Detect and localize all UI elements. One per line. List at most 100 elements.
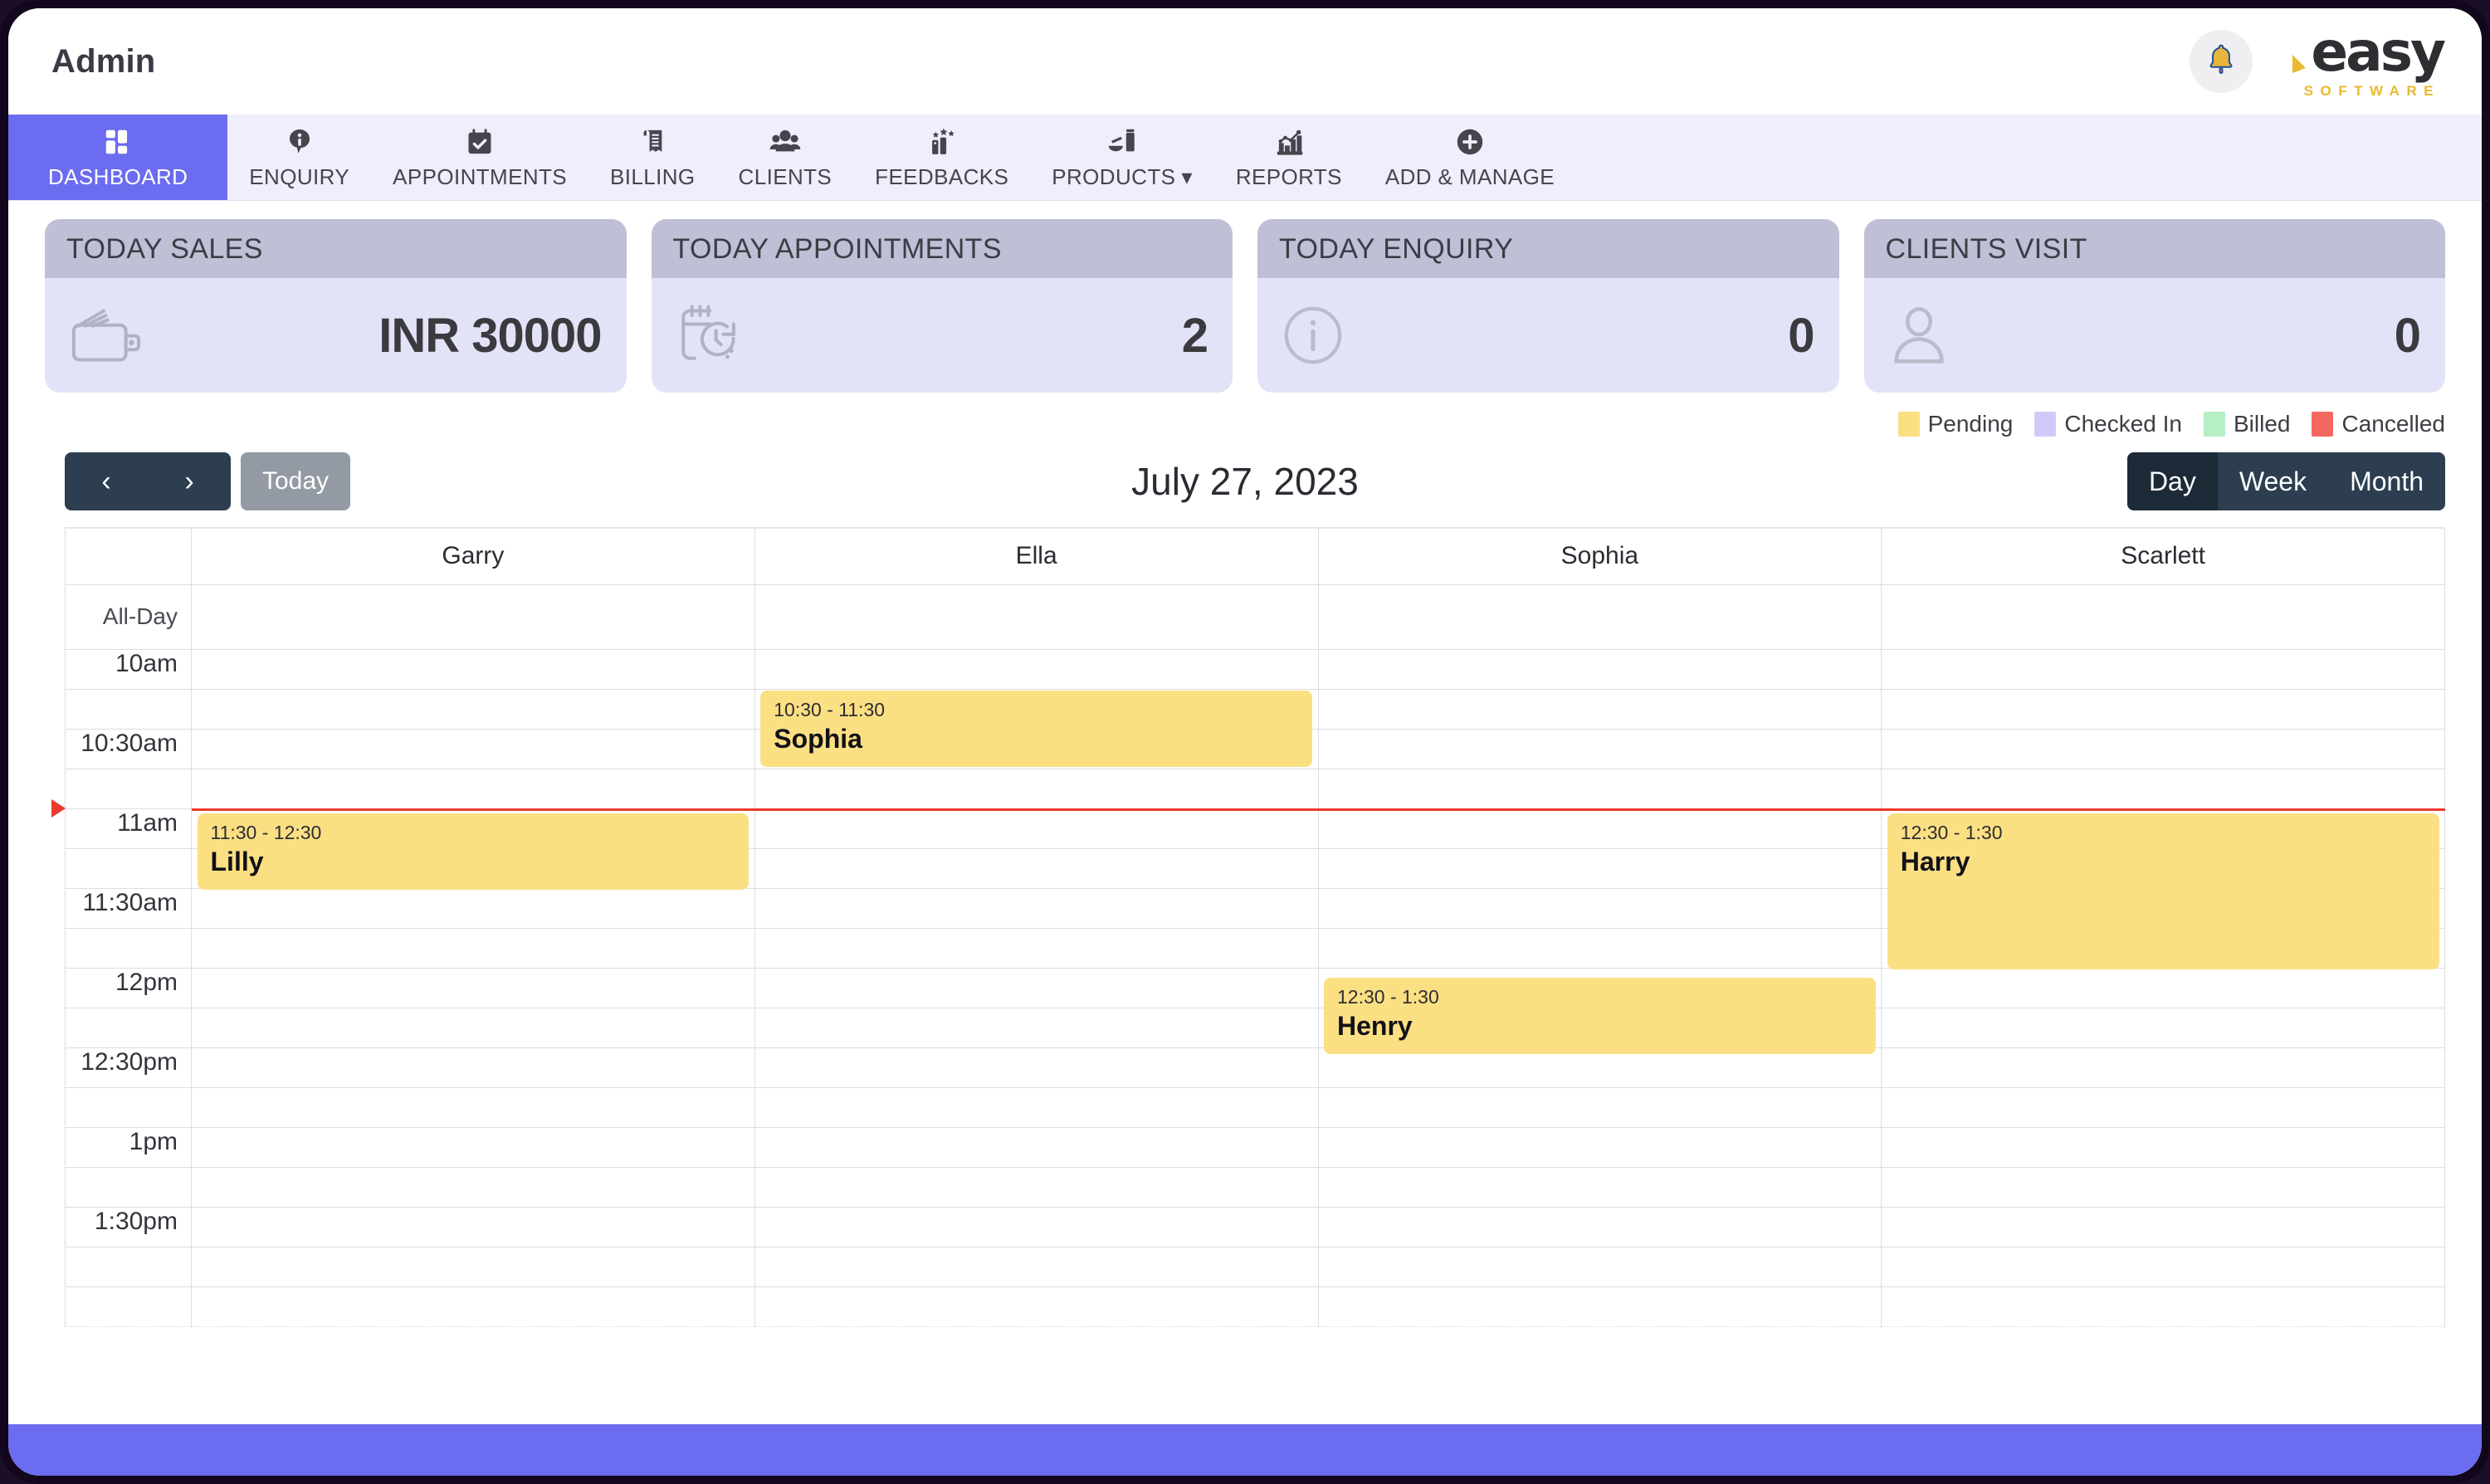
- chevron-down-icon[interactable]: ▾: [1181, 164, 1192, 189]
- slot-cell[interactable]: [1881, 1246, 2445, 1287]
- slot-cell[interactable]: [1317, 1206, 1882, 1247]
- slot-cell[interactable]: [754, 927, 1319, 969]
- nav-item-dashboard[interactable]: DASHBOARD: [8, 115, 228, 200]
- next-day-button[interactable]: ›: [148, 452, 231, 510]
- slot-cell[interactable]: [1881, 1286, 2445, 1327]
- slot-cell[interactable]: [191, 1086, 755, 1128]
- stat-card-today-enquiry[interactable]: TODAY ENQUIRY 0: [1257, 219, 1839, 393]
- slot-cell[interactable]: [1317, 927, 1882, 969]
- calendar-grid-host: Garry Ella Sophia Scarlett All-Day 10am: [51, 527, 2445, 1327]
- slot-cell[interactable]: [754, 967, 1319, 1008]
- slot-cell[interactable]: [191, 1166, 755, 1208]
- slot-cell[interactable]: [191, 887, 755, 929]
- nav-item-clients[interactable]: CLIENTS: [717, 115, 854, 200]
- all-day-cell-ella[interactable]: [754, 583, 1319, 650]
- nav-label: ENQUIRY: [249, 164, 350, 189]
- resource-header-scarlett[interactable]: Scarlett: [1881, 527, 2445, 585]
- slot-cell[interactable]: [191, 1206, 755, 1247]
- slot-cell[interactable]: [1317, 1086, 1882, 1128]
- slot-cell[interactable]: [1317, 847, 1882, 889]
- slot-cell[interactable]: [1881, 967, 2445, 1008]
- nav-item-billing[interactable]: BILLING: [588, 115, 717, 200]
- slot-cell[interactable]: [1317, 688, 1882, 730]
- slot-cell[interactable]: [754, 847, 1319, 889]
- resource-header-garry[interactable]: Garry: [191, 527, 755, 585]
- slot-cell[interactable]: [754, 1007, 1319, 1048]
- slot-cell[interactable]: [191, 1007, 755, 1048]
- slot-cell[interactable]: [754, 1246, 1319, 1287]
- notifications-button[interactable]: [2190, 30, 2253, 93]
- slot-cell[interactable]: [754, 808, 1319, 849]
- stat-card-value: INR 30000: [378, 308, 602, 363]
- slot-cell[interactable]: [1881, 648, 2445, 690]
- slot-cell[interactable]: [1317, 1166, 1882, 1208]
- slot-cell[interactable]: [754, 1086, 1319, 1128]
- resource-header-ella[interactable]: Ella: [754, 527, 1319, 585]
- slot-cell[interactable]: [1881, 1126, 2445, 1168]
- slot-cell[interactable]: [1881, 728, 2445, 769]
- slot-cell[interactable]: [754, 1286, 1319, 1327]
- all-day-cell-garry[interactable]: [191, 583, 755, 650]
- slot-cell[interactable]: [191, 728, 755, 769]
- stat-card-clients-visit[interactable]: CLIENTS VISIT 0: [1863, 219, 2445, 393]
- stat-card-today-appointments[interactable]: TODAY APPOINTMENTS 2: [651, 219, 1233, 393]
- slot-cell[interactable]: [191, 1126, 755, 1168]
- calendar-grid: Garry Ella Sophia Scarlett All-Day 10am: [8, 527, 2482, 1424]
- calendar-event-harry[interactable]: 12:30 - 1:30 Harry: [1887, 813, 2439, 969]
- calendar-event-sophia[interactable]: 10:30 - 11:30 Sophia: [760, 691, 1312, 767]
- nav-item-add-and-manage[interactable]: ADD & MANAGE: [1364, 115, 1576, 200]
- slot-cell[interactable]: [1317, 808, 1882, 849]
- slot-cell[interactable]: [1881, 688, 2445, 730]
- slot-cell[interactable]: [1881, 1086, 2445, 1128]
- slot-cell[interactable]: [191, 768, 755, 809]
- slot-cell[interactable]: [191, 1286, 755, 1327]
- slot-cell[interactable]: [754, 648, 1319, 690]
- all-day-cell-sophia[interactable]: [1317, 583, 1882, 650]
- nav-item-enquiry[interactable]: ENQUIRY: [227, 115, 371, 200]
- slot-cell[interactable]: [754, 887, 1319, 929]
- slot-cell[interactable]: [191, 927, 755, 969]
- page-title: Admin: [51, 42, 156, 80]
- time-label-10am: 10am: [65, 648, 192, 690]
- slot-cell[interactable]: [1317, 1286, 1882, 1327]
- slot-cell[interactable]: [191, 967, 755, 1008]
- view-button-month[interactable]: Month: [2328, 452, 2445, 510]
- slot-cell[interactable]: [754, 1047, 1319, 1088]
- slot-cell[interactable]: [191, 1246, 755, 1287]
- time-label-130pm: 1:30pm: [65, 1206, 192, 1247]
- resource-header-sophia[interactable]: Sophia: [1317, 527, 1882, 585]
- view-button-week[interactable]: Week: [2218, 452, 2328, 510]
- slot-cell[interactable]: [1317, 1246, 1882, 1287]
- slot-cell[interactable]: [191, 648, 755, 690]
- calendar-event-lilly[interactable]: 11:30 - 12:30 Lilly: [197, 813, 749, 890]
- prev-day-button[interactable]: ‹: [65, 452, 148, 510]
- time-label-1030am: 10:30am: [65, 728, 192, 769]
- slot-cell[interactable]: [191, 688, 755, 730]
- brand-logo: easy SOFTWARE: [2289, 25, 2446, 98]
- slot-cell[interactable]: [191, 1047, 755, 1088]
- calendar-event-henry[interactable]: 12:30 - 1:30 Henry: [1324, 978, 1876, 1054]
- device-frame: Admin easy SOFTWARE DASHBOARD ENQUIRY AP…: [0, 0, 2490, 1484]
- slot-cell[interactable]: [1881, 1047, 2445, 1088]
- slot-cell[interactable]: [754, 768, 1319, 809]
- today-button[interactable]: Today: [241, 452, 351, 510]
- slot-cell[interactable]: [1317, 1126, 1882, 1168]
- all-day-cell-scarlett[interactable]: [1881, 583, 2445, 650]
- slot-cell[interactable]: [1881, 1007, 2445, 1048]
- slot-cell[interactable]: [754, 1126, 1319, 1168]
- nav-item-products[interactable]: PRODUCTS ▾: [1030, 115, 1214, 200]
- slot-cell[interactable]: [1881, 1206, 2445, 1247]
- view-button-day[interactable]: Day: [2126, 452, 2218, 510]
- nav-item-appointments[interactable]: APPOINTMENTS: [371, 115, 588, 200]
- stat-card-today-sales[interactable]: TODAY SALES INR 30000: [45, 219, 627, 393]
- slot-cell[interactable]: [1317, 728, 1882, 769]
- slot-cell[interactable]: [1881, 1166, 2445, 1208]
- slot-cell[interactable]: [754, 1166, 1319, 1208]
- slot-cell[interactable]: [1317, 887, 1882, 929]
- slot-cell[interactable]: [1881, 768, 2445, 809]
- nav-item-feedbacks[interactable]: FEEDBACKS: [853, 115, 1030, 200]
- nav-item-reports[interactable]: REPORTS: [1214, 115, 1364, 200]
- slot-cell[interactable]: [754, 1206, 1319, 1247]
- slot-cell[interactable]: [1317, 648, 1882, 690]
- slot-cell[interactable]: [1317, 768, 1882, 809]
